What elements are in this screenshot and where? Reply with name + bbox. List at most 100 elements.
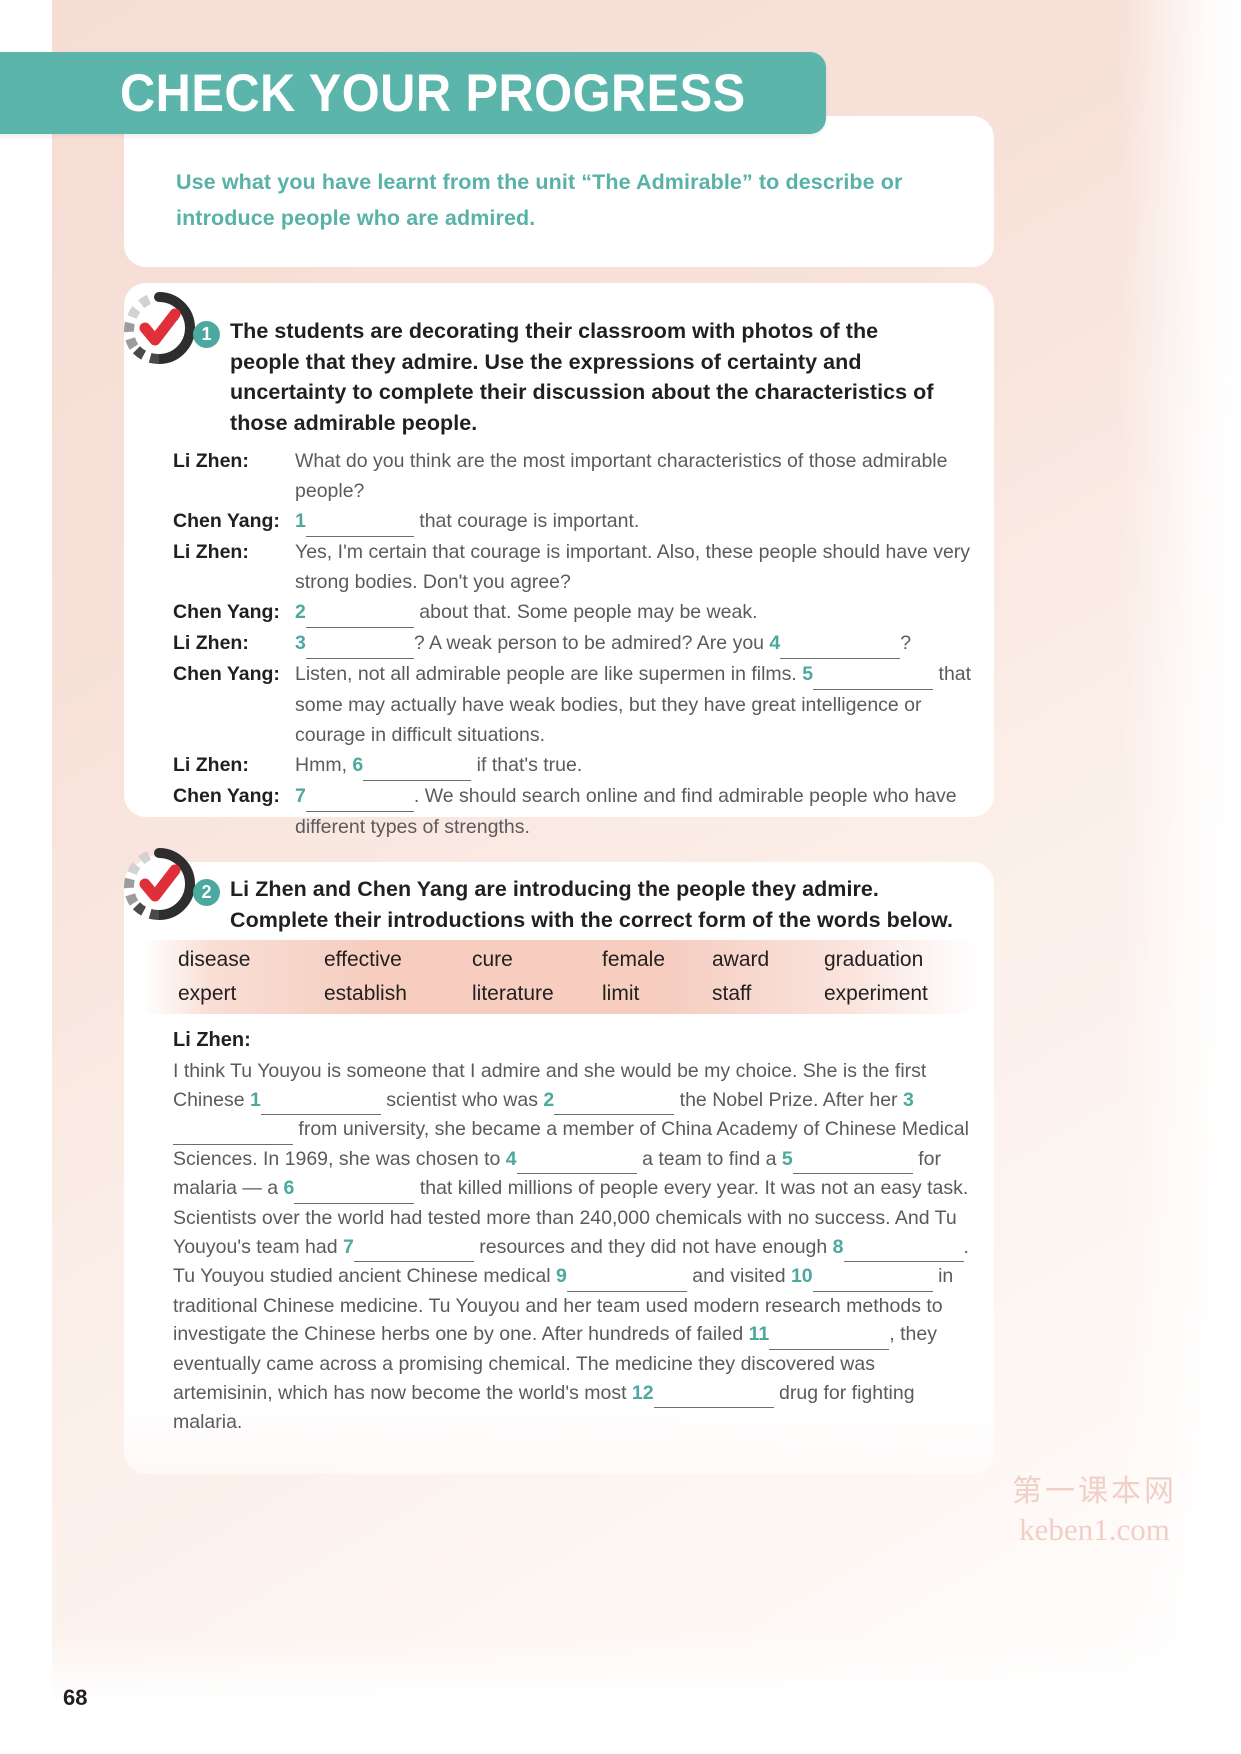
- blank-number: 7: [342, 1235, 354, 1258]
- blank-number: 6: [352, 754, 364, 776]
- dialogue-speaker: Li Zhen:: [173, 450, 249, 472]
- dialogue-line: What do you think are the most important…: [295, 446, 973, 506]
- dialogue-row: Li Zhen: Yes, I'm certain that courage is…: [173, 537, 973, 597]
- dialogue-row: Chen Yang: 7 . We should search online an…: [173, 781, 973, 842]
- word-bank-item[interactable]: female: [602, 943, 712, 977]
- dialogue-row: Chen Yang: 2 about that. Some people may …: [173, 597, 973, 628]
- task-instruction: Li Zhen and Chen Yang are introducing th…: [230, 877, 953, 932]
- blank-number: 11: [748, 1323, 770, 1346]
- dialogue-speaker: Li Zhen:: [173, 541, 249, 563]
- dialogue-speaker: Li Zhen:: [173, 632, 249, 654]
- passage-text-run: a team to find a: [636, 1147, 782, 1170]
- answer-blank[interactable]: [305, 597, 414, 628]
- word-bank-item[interactable]: staff: [712, 977, 824, 1011]
- passage-text-run: if that's true.: [471, 754, 583, 776]
- answer-blank[interactable]: [353, 1233, 474, 1263]
- answer-blank[interactable]: [780, 628, 901, 659]
- passage-text-run: that courage is important.: [413, 510, 640, 532]
- dialogue-speaker: Chen Yang:: [173, 601, 280, 623]
- dialogue-list: Li Zhen: What do you think are the most i…: [173, 446, 973, 842]
- answer-blank[interactable]: [813, 659, 934, 690]
- answer-blank[interactable]: [363, 750, 472, 781]
- task-2-heading: 2 Li Zhen and Chen Yang are introducing …: [193, 874, 983, 935]
- word-bank: disease effective cure female award graduatio…: [143, 940, 979, 1014]
- word-bank-item[interactable]: graduation: [824, 943, 984, 977]
- blank-number: 3: [295, 632, 306, 654]
- dialogue-line: Hmm, 6 if that's true.: [295, 750, 973, 781]
- dialogue-line: 1 that courage is important.: [295, 506, 973, 537]
- answer-blank[interactable]: [305, 506, 414, 537]
- word-bank-item[interactable]: award: [712, 943, 824, 977]
- answer-blank[interactable]: [554, 1086, 675, 1116]
- answer-blank[interactable]: [653, 1379, 774, 1409]
- answer-blank[interactable]: [566, 1262, 687, 1292]
- page-header-banner: CHECK YOUR PROGRESS: [0, 52, 826, 134]
- page-title: CHECK YOUR PROGRESS: [120, 63, 746, 123]
- passage-text-run: ? A weak person to be admired? Are you: [413, 632, 770, 654]
- answer-blank[interactable]: [769, 1320, 890, 1350]
- word-bank-item[interactable]: expert: [178, 977, 324, 1011]
- answer-blank[interactable]: [792, 1145, 913, 1175]
- answer-blank[interactable]: [260, 1086, 381, 1116]
- page-margin-bottom: [0, 1634, 1241, 1754]
- page-margin-left: [0, 0, 52, 1754]
- passage-text-run: ?: [900, 632, 912, 654]
- answer-blank[interactable]: [305, 628, 414, 659]
- word-bank-item[interactable]: literature: [472, 977, 602, 1011]
- check-mark-icon: [120, 289, 198, 367]
- passage-text-run: the Nobel Prize. After her: [674, 1088, 903, 1111]
- blank-number: 2: [543, 1088, 555, 1111]
- dialogue-speaker: Li Zhen:: [173, 754, 249, 776]
- blank-number: 9: [556, 1265, 567, 1288]
- dialogue-speaker: Chen Yang:: [173, 663, 280, 685]
- blank-number: 4: [505, 1147, 517, 1170]
- answer-blank[interactable]: [173, 1115, 293, 1145]
- check-mark-icon: [120, 845, 198, 923]
- dialogue-row: Chen Yang: Listen, not all admirable peop…: [173, 659, 973, 750]
- task-instruction: The students are decorating their classr…: [230, 319, 934, 435]
- dialogue-line: 3 ? A weak person to be admired? Are you…: [295, 628, 973, 659]
- dialogue-speaker: Chen Yang:: [173, 785, 280, 807]
- word-bank-item[interactable]: effective: [324, 943, 472, 977]
- dialogue-line: Listen, not all admirable people are lik…: [295, 659, 973, 750]
- passage-text-run: about that. Some people may be weak.: [413, 601, 758, 623]
- word-bank-item[interactable]: disease: [178, 943, 324, 977]
- dialogue-line: Yes, I'm certain that courage is importa…: [295, 537, 973, 597]
- intro-instruction: Use what you have learnt from the unit “…: [176, 170, 903, 230]
- word-bank-row: expert establish literature limit staff exper…: [178, 977, 979, 1011]
- word-bank-row: disease effective cure female award graduatio…: [178, 943, 979, 977]
- dialogue-speaker: Chen Yang:: [173, 510, 280, 532]
- blank-number: 5: [802, 663, 814, 685]
- word-bank-item[interactable]: cure: [472, 943, 602, 977]
- blank-number: 5: [781, 1147, 793, 1170]
- task-number-badge: 1: [193, 321, 220, 348]
- answer-blank[interactable]: [812, 1262, 933, 1292]
- blank-number: 1: [295, 510, 306, 532]
- answer-blank[interactable]: [843, 1233, 964, 1263]
- dialogue-line: 2 about that. Some people may be weak.: [295, 597, 973, 628]
- word-bank-item[interactable]: establish: [324, 977, 472, 1011]
- textbook-page: CHECK YOUR PROGRESS Use what you have le…: [0, 0, 1241, 1754]
- page-margin-right: [1121, 0, 1241, 1754]
- answer-blank[interactable]: [516, 1145, 637, 1175]
- blank-number: 3: [902, 1088, 914, 1111]
- dialogue-row: Li Zhen: Hmm, 6 if that's true.: [173, 750, 973, 781]
- answer-blank[interactable]: [294, 1174, 415, 1204]
- word-bank-item[interactable]: experiment: [824, 977, 984, 1011]
- passage-text-run: What do you think are the most important…: [295, 450, 948, 502]
- blank-number: 7: [295, 785, 306, 807]
- blank-number: 4: [769, 632, 781, 654]
- blank-number: 1: [249, 1088, 261, 1111]
- blank-number: 10: [790, 1265, 813, 1288]
- passage-speaker-label: Li Zhen:: [173, 1029, 251, 1051]
- task-number-badge: 2: [193, 879, 220, 906]
- passage-text-run: and visited: [686, 1265, 791, 1288]
- passage-text-run: Yes, I'm certain that courage is importa…: [295, 541, 971, 593]
- blank-number: 12: [631, 1381, 654, 1404]
- word-bank-item[interactable]: limit: [602, 977, 712, 1011]
- passage-text-run: Listen, not all admirable people are lik…: [295, 663, 803, 685]
- blank-number: 6: [283, 1177, 295, 1200]
- answer-blank[interactable]: [305, 781, 414, 812]
- passage-text: I think Tu Youyou is someone that I admi…: [173, 1057, 973, 1437]
- blank-number: 2: [295, 601, 306, 623]
